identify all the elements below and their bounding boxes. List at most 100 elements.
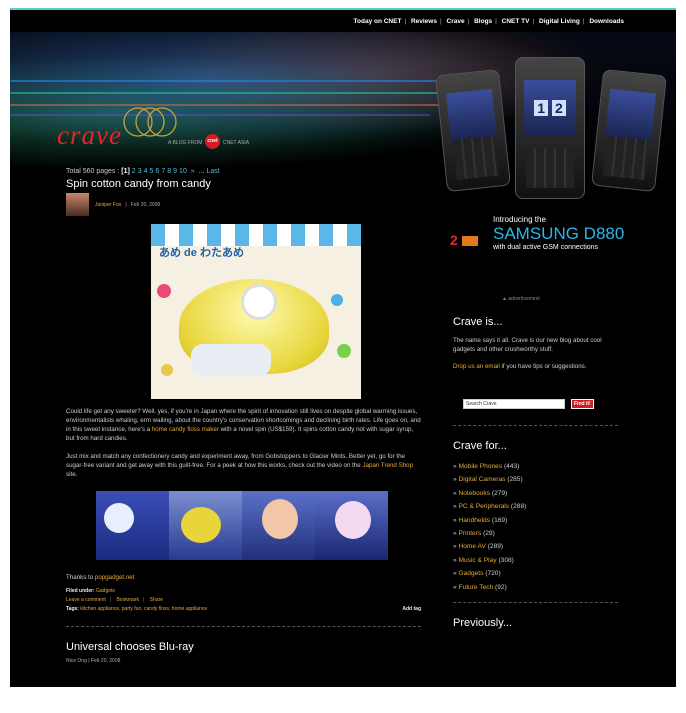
post-byline: Juniper Foo | Feb 20, 2008 — [66, 193, 421, 216]
post-meta: Filed under: Gadgets Leave a comment | Bo… — [66, 588, 421, 614]
home-candy-floss-maker-link[interactable]: home candy floss maker — [152, 426, 219, 433]
header-tagline-suffix: CNET ASIA — [223, 140, 250, 146]
search-form: Find it! — [453, 399, 618, 409]
candy-floss-maker-photo[interactable]: あめ de わたあめ — [151, 224, 361, 399]
nav-crave[interactable]: Crave — [447, 18, 465, 25]
category-item: » Mobile Phones (443) — [453, 463, 520, 470]
category-count: (720) — [485, 570, 501, 578]
page-link[interactable]: 5 — [150, 168, 154, 175]
category-item: » Gadgets (720) — [453, 570, 501, 578]
author-avatar[interactable] — [66, 193, 89, 216]
previously-heading: Previously... — [453, 617, 513, 630]
ad-model-text: SAMSUNG D880 — [493, 224, 625, 243]
nav-downloads[interactable]: Downloads — [589, 18, 624, 25]
pagination: Total 560 pages : [1] 2 3 4 5 6 7 8 9 10 » ... L… — [66, 168, 220, 175]
category-link[interactable]: Gadgets — [459, 570, 484, 577]
sidebar: Crave is... The name says it all. Crave … — [453, 316, 618, 629]
banner-wave — [10, 92, 450, 94]
banner-wave — [10, 114, 430, 116]
category-count: (29) — [483, 530, 495, 538]
nav-digital-living[interactable]: Digital Living — [539, 18, 580, 25]
page-link[interactable]: 10 — [179, 168, 187, 175]
page-link[interactable]: 6 — [155, 168, 159, 175]
next-page-link[interactable]: » — [191, 168, 195, 175]
cotton-candy-strip-image[interactable] — [96, 491, 388, 560]
category-list: » Mobile Phones (443) » Digital Cameras (… — [453, 460, 618, 594]
samsung-ad[interactable]: 1 2 2 Introducing the SAMSUNG D880 with … — [435, 52, 667, 272]
author-link[interactable]: Nice Ong — [66, 658, 87, 664]
post-title[interactable]: Spin cotton candy from candy — [66, 178, 421, 190]
page-link[interactable]: 4 — [144, 168, 148, 175]
page-link[interactable]: 2 — [132, 168, 136, 175]
category-count: (169) — [491, 516, 508, 524]
sidebar-divider — [453, 425, 618, 426]
author-link[interactable]: Juniper Foo — [95, 202, 121, 208]
page-link[interactable]: 9 — [173, 168, 177, 175]
popgadget-link[interactable]: popgadget.net — [95, 574, 135, 581]
category-link[interactable]: Printers — [459, 530, 482, 537]
page-link[interactable]: 8 — [167, 168, 171, 175]
phone-left-image — [435, 68, 511, 193]
nav-cnet-tv[interactable]: CNET TV — [502, 18, 530, 25]
tags-links[interactable]: kitchen appliance, party fun, candy flos… — [80, 606, 207, 612]
nav-today[interactable]: Today on CNET — [354, 18, 402, 25]
dual-gsm-logo-icon: 2 — [450, 232, 478, 248]
category-link[interactable]: Music & Play — [459, 557, 497, 564]
page-link[interactable]: 7 — [161, 168, 165, 175]
crave-for-heading: Crave for... — [453, 440, 507, 452]
search-input[interactable] — [463, 399, 565, 409]
crave-logo[interactable]: crave — [57, 120, 122, 151]
crave-rings-icon — [123, 107, 177, 137]
filed-under-link[interactable]: Gadgets — [96, 588, 115, 594]
category-link[interactable]: Notebooks — [459, 490, 491, 497]
ad-sub-text: with dual active GSM connections — [493, 244, 599, 251]
cnet-logo[interactable]: cnet — [205, 134, 220, 149]
category-item: » Handhelds (169) — [453, 516, 508, 524]
crave-description: The name says it all. Crave is our new b… — [453, 337, 602, 353]
bookmark-link[interactable]: Bookmark — [116, 597, 139, 603]
post-date: Feb 20, 2008 — [130, 201, 161, 208]
category-count: (92) — [495, 583, 507, 591]
post-paragraph-2: Just mix and match any confectionery can… — [66, 453, 414, 478]
post-divider — [66, 626, 421, 627]
category-item: » Music & Play (308) — [453, 556, 514, 564]
add-tag-link[interactable]: Add tag — [402, 605, 421, 614]
phone-center-image: 1 2 — [515, 57, 585, 199]
japan-trend-shop-link[interactable]: Japan Trend Shop — [362, 462, 413, 469]
ad-intro-text: Introducing the — [493, 215, 546, 224]
photo-caption: あめ de わたあめ — [159, 247, 244, 259]
category-link[interactable]: Home AV — [459, 543, 486, 550]
category-item: » Future Tech (92) — [453, 583, 507, 591]
header-tagline: A BLOG FROM — [168, 140, 203, 146]
nav-blogs[interactable]: Blogs — [474, 18, 492, 25]
email-link[interactable]: Drop us an email — [453, 363, 500, 370]
last-page-link[interactable]: Last — [206, 168, 219, 175]
nav-reviews[interactable]: Reviews — [411, 18, 437, 25]
find-it-button[interactable]: Find it! — [571, 399, 594, 409]
phone-right-image — [591, 68, 667, 193]
category-link[interactable]: Future Tech — [459, 584, 494, 591]
main-column: Total 560 pages : [1] 2 3 4 5 6 7 8 9 10 » ... L… — [66, 168, 421, 664]
category-link[interactable]: Mobile Phones — [459, 463, 503, 470]
page-frame: Today on CNET | Reviews | Crave | Blogs | CN… — [10, 8, 676, 687]
category-count: (308) — [498, 556, 514, 564]
category-item: » Digital Cameras (285) — [453, 476, 523, 484]
category-link[interactable]: Digital Cameras — [459, 476, 506, 483]
category-count: (443) — [503, 463, 520, 470]
share-link[interactable]: Share — [150, 597, 163, 603]
category-link[interactable]: Handhelds — [459, 517, 491, 524]
category-item: » Home AV (289) — [453, 543, 504, 551]
category-item: » Notebooks (279) — [453, 489, 508, 497]
email-tip-text: Drop us an email if you have tips or sug… — [453, 363, 587, 370]
banner-wave — [10, 104, 440, 106]
advertisement-label: ▲ advertisement — [502, 296, 540, 302]
category-link[interactable]: PC & Peripherals — [459, 503, 510, 510]
category-count: (289) — [487, 543, 504, 551]
post-title[interactable]: Universal chooses Blu-ray — [66, 641, 421, 653]
svg-text:2: 2 — [450, 232, 458, 248]
category-item: » Printers (29) — [453, 530, 495, 538]
page-link[interactable]: 3 — [138, 168, 142, 175]
leave-comment-link[interactable]: Leave a comment — [66, 597, 106, 603]
crave-is-heading: Crave is... — [453, 316, 503, 328]
category-count: (279) — [491, 489, 508, 497]
